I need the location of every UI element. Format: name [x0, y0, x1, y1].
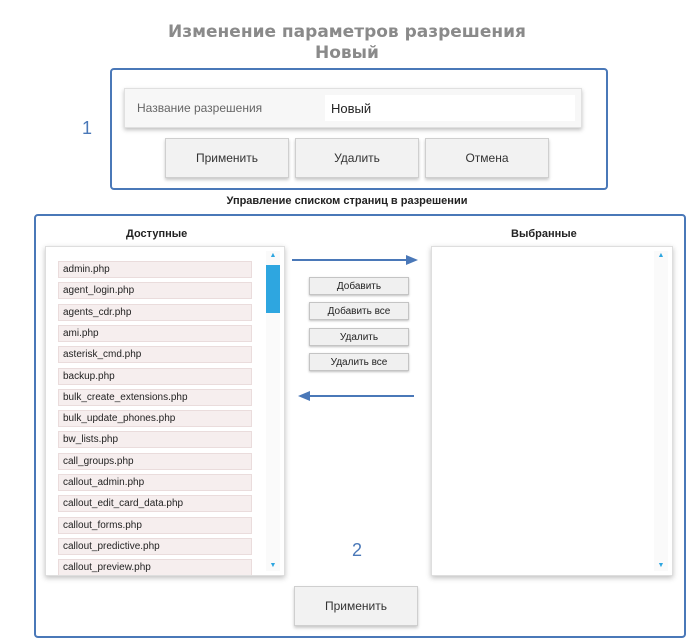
add-button[interactable]: Добавить	[309, 277, 409, 295]
list-item[interactable]: call_groups.php	[58, 452, 252, 470]
scroll-down-icon[interactable]: ▼	[266, 561, 280, 571]
available-header: Доступные	[126, 228, 188, 240]
scroll-up-icon[interactable]: ▲	[654, 251, 668, 261]
list-item[interactable]: ami.php	[58, 324, 252, 342]
scroll-down-icon[interactable]: ▼	[654, 561, 668, 571]
permission-name-row: Название разрешения	[124, 88, 582, 128]
available-pages-list[interactable]: admin.php agent_login.php agents_cdr.phpam…	[45, 246, 285, 576]
add-all-button[interactable]: Добавить все	[309, 302, 409, 320]
list-item[interactable]: admin.php	[58, 261, 252, 278]
list-item[interactable]: bulk_update_phones.php	[58, 410, 252, 428]
arrow-right-icon	[292, 255, 418, 265]
list-item[interactable]: backup.php	[58, 367, 252, 385]
scroll-thumb[interactable]	[266, 265, 280, 313]
selected-pages-list[interactable]: ▲ ▼	[431, 246, 673, 576]
list-item[interactable]: asterisk_cmd.php	[58, 346, 252, 364]
list-item[interactable]: callout_admin.php	[58, 474, 252, 491]
available-scrollbar[interactable]: ▲ ▼	[266, 251, 280, 571]
cancel-button[interactable]: Отмена	[425, 138, 549, 178]
page-subtitle: Новый	[315, 43, 379, 63]
list-item[interactable]: callout_preview.php	[58, 559, 252, 575]
selected-scrollbar[interactable]: ▲ ▼	[654, 251, 668, 571]
scroll-up-icon[interactable]: ▲	[266, 251, 280, 261]
apply-button[interactable]: Применить	[165, 138, 289, 178]
permission-name-input[interactable]	[325, 95, 575, 121]
section-2-marker: 2	[352, 540, 363, 560]
list-item[interactable]: agents_cdr.php	[58, 303, 252, 321]
selected-header: Выбранные	[511, 228, 577, 240]
arrow-left-icon	[298, 391, 414, 401]
remove-all-button[interactable]: Удалить все	[309, 353, 409, 371]
page-title: Изменение параметров разрешения	[168, 22, 526, 42]
list-item[interactable]: bulk_create_extensions.php	[58, 388, 252, 406]
list-item[interactable]: agent_login.php	[58, 282, 252, 300]
list-item[interactable]: bw_lists.php	[58, 431, 252, 449]
delete-button[interactable]: Удалить	[295, 138, 419, 178]
section-1-marker: 1	[82, 118, 93, 138]
apply-pages-button[interactable]: Применить	[294, 586, 418, 626]
permission-name-label: Название разрешения	[137, 101, 263, 115]
remove-button[interactable]: Удалить	[309, 328, 409, 346]
list-item[interactable]: callout_forms.php	[58, 516, 252, 534]
list-item[interactable]: callout_predictive.php	[58, 537, 252, 555]
list-item[interactable]: callout_edit_card_data.php	[58, 495, 252, 513]
pages-section-title: Управление списком страниц в разрешении	[226, 195, 468, 207]
